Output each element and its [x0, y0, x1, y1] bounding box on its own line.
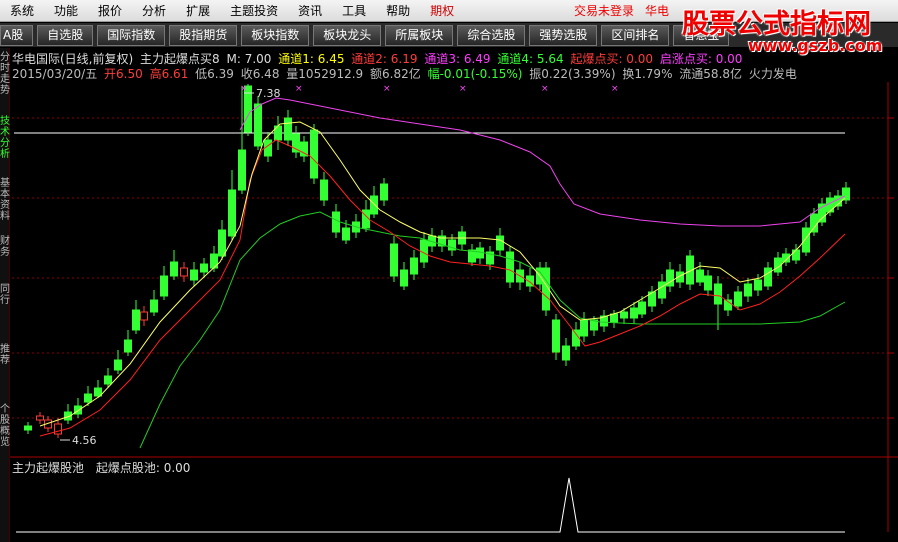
- candle-body: [410, 257, 418, 275]
- lower-panel-title: 主力起爆股池 起爆点股池: 0.00: [12, 459, 190, 476]
- candle-body: [150, 299, 158, 313]
- candle-body: [496, 235, 504, 251]
- candle-body: [390, 243, 398, 277]
- signal-cross-mark: ×: [541, 84, 549, 94]
- candle-body: [310, 129, 318, 179]
- candle-body: [190, 269, 198, 281]
- candle-body: [620, 311, 628, 319]
- candle-body: [696, 269, 704, 283]
- lower-indicator-value: 起爆点股池: 0.00: [95, 461, 191, 475]
- candle-body: [254, 103, 262, 147]
- candle-body: [734, 291, 742, 307]
- candle-body: [36, 415, 44, 421]
- signal-cross-mark: ×: [383, 84, 391, 94]
- candle-body: [580, 319, 588, 337]
- high-label: 7.38: [256, 87, 281, 100]
- candle-body: [380, 183, 388, 201]
- candle-body: [170, 261, 178, 277]
- candle-body: [24, 425, 32, 431]
- candle-body: [342, 227, 350, 241]
- candle-body: [714, 283, 722, 305]
- signal-marks: × × × × × ×: [240, 84, 619, 94]
- candle-body: [842, 187, 850, 201]
- price-gridlines: [12, 117, 894, 419]
- candle-body: [132, 309, 140, 331]
- candle-body: [764, 267, 772, 287]
- candle-body: [284, 117, 292, 141]
- candle-body: [400, 269, 408, 287]
- lower-indicator-name[interactable]: 主力起爆股池: [12, 461, 84, 475]
- candle-body: [826, 197, 834, 213]
- candle-body: [744, 283, 752, 297]
- candle-body: [704, 275, 712, 291]
- candle-body: [180, 267, 188, 277]
- candle-body: [104, 375, 112, 385]
- candle-body: [658, 281, 666, 299]
- signal-cross-mark: ×: [611, 84, 619, 94]
- candle-body: [332, 211, 340, 233]
- candle-body: [54, 423, 62, 435]
- candle-body: [476, 247, 484, 259]
- candle-body: [754, 279, 762, 291]
- candle-body: [238, 149, 246, 191]
- candles: [24, 84, 850, 438]
- candle-body: [84, 393, 92, 403]
- candle-body: [638, 301, 646, 315]
- candle-body: [552, 319, 560, 353]
- breakout-signal-line: [16, 477, 845, 533]
- candle-body: [114, 359, 122, 371]
- candle-body: [802, 227, 810, 253]
- candle-body: [370, 195, 378, 215]
- candle-body: [630, 307, 638, 319]
- candle-body: [320, 179, 328, 201]
- candle-body: [506, 251, 514, 283]
- channel-4-line: [139, 211, 846, 449]
- low-label: 4.56: [72, 434, 97, 447]
- candle-body: [792, 249, 800, 261]
- candle-body: [124, 339, 132, 353]
- candle-body: [140, 311, 148, 321]
- candle-body: [228, 189, 236, 237]
- channel-3-line: [239, 97, 846, 227]
- candle-body: [810, 213, 818, 233]
- candle-body: [420, 239, 428, 263]
- signal-cross-mark: ×: [459, 84, 467, 94]
- candle-body: [218, 229, 226, 257]
- candle-body: [610, 313, 618, 323]
- candle-body: [160, 275, 168, 297]
- candle-body: [200, 263, 208, 273]
- signal-cross-mark: ×: [295, 84, 303, 94]
- channel-1-line: [39, 121, 846, 427]
- candle-body: [562, 345, 570, 361]
